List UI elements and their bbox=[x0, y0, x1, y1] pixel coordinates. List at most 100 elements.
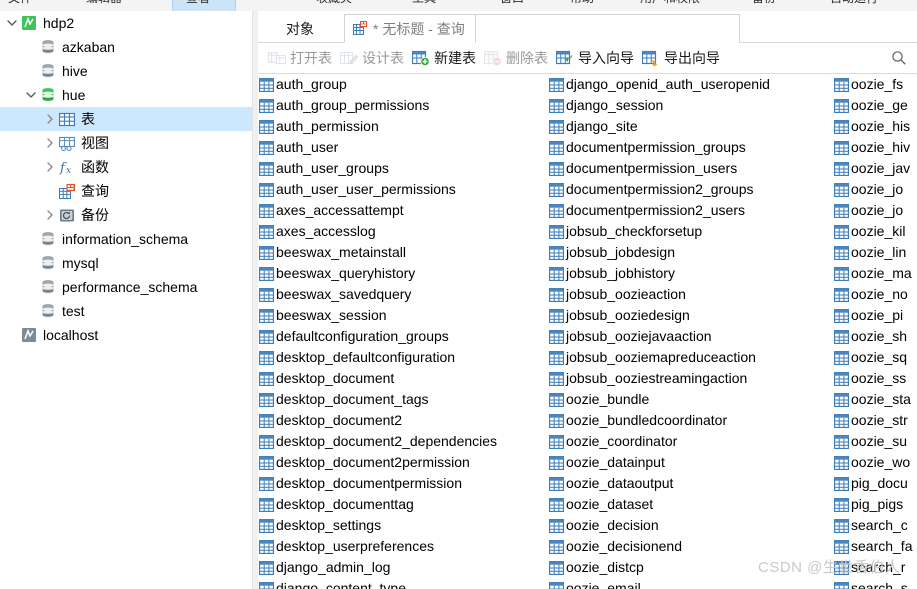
list-item[interactable]: oozie_ma bbox=[833, 263, 912, 284]
menu-item-7[interactable]: 用户和权限 bbox=[640, 0, 700, 5]
tree-item-hive[interactable]: hive bbox=[0, 59, 252, 83]
list-item[interactable]: jobsub_ooziestreamingaction bbox=[548, 368, 770, 389]
chevron-down-icon[interactable] bbox=[4, 11, 20, 35]
list-item[interactable]: desktop_document2_dependencies bbox=[258, 431, 497, 452]
list-item[interactable]: auth_group bbox=[258, 74, 497, 95]
list-item[interactable]: oozie_wo bbox=[833, 452, 912, 473]
list-item[interactable]: defaultconfiguration_groups bbox=[258, 326, 497, 347]
list-item[interactable]: oozie_kil bbox=[833, 221, 912, 242]
list-item[interactable]: oozie_jo bbox=[833, 179, 912, 200]
tree-item-information_schema[interactable]: information_schema bbox=[0, 227, 252, 251]
tree-item-mysql[interactable]: mysql bbox=[0, 251, 252, 275]
list-item[interactable]: auth_user bbox=[258, 137, 497, 158]
tree-item-hdp2[interactable]: hdp2 bbox=[0, 11, 252, 35]
list-item[interactable]: oozie_lin bbox=[833, 242, 912, 263]
chevron-right-icon[interactable] bbox=[42, 107, 58, 131]
list-item[interactable]: auth_permission bbox=[258, 116, 497, 137]
list-item[interactable]: search_c bbox=[833, 515, 912, 536]
list-item[interactable]: oozie_sq bbox=[833, 347, 912, 368]
chevron-right-icon[interactable] bbox=[42, 155, 58, 179]
list-item[interactable]: desktop_settings bbox=[258, 515, 497, 536]
list-item[interactable]: search_s bbox=[833, 578, 912, 589]
list-item[interactable]: oozie_his bbox=[833, 116, 912, 137]
list-item[interactable]: axes_accessattempt bbox=[258, 200, 497, 221]
export-wizard-button[interactable]: 导出向导 bbox=[639, 45, 725, 71]
menu-item-3[interactable]: 收藏夹 bbox=[316, 0, 352, 5]
list-item[interactable]: oozie_dataoutput bbox=[548, 473, 770, 494]
tree-item--[interactable]: 查询 bbox=[0, 179, 252, 203]
list-item[interactable]: oozie_decision bbox=[548, 515, 770, 536]
new-table-button[interactable]: 新建表 bbox=[409, 45, 481, 71]
list-item[interactable]: oozie_sh bbox=[833, 326, 912, 347]
list-item[interactable]: oozie_fs bbox=[833, 74, 912, 95]
list-item[interactable]: desktop_documenttag bbox=[258, 494, 497, 515]
tab-query[interactable]: * 无标题 - 查询 bbox=[344, 14, 476, 43]
list-item[interactable]: axes_accesslog bbox=[258, 221, 497, 242]
list-item[interactable]: documentpermission_users bbox=[548, 158, 770, 179]
list-item[interactable]: django_content_type bbox=[258, 578, 497, 589]
list-item[interactable]: oozie_no bbox=[833, 284, 912, 305]
connection-tree-panel[interactable]: hdp2 azkaban hive hue 表视图 f x 函数 查询 备份 information… bbox=[0, 11, 252, 589]
list-item[interactable]: oozie_jav bbox=[833, 158, 912, 179]
list-item[interactable]: pig_pigs bbox=[833, 494, 912, 515]
menu-item-5[interactable]: 窗口 bbox=[500, 0, 524, 5]
list-item[interactable]: django_session bbox=[548, 95, 770, 116]
list-item[interactable]: search_fa bbox=[833, 536, 912, 557]
list-item[interactable]: search_r bbox=[833, 557, 912, 578]
list-item[interactable]: oozie_coordinator bbox=[548, 431, 770, 452]
list-item[interactable]: oozie_bundle bbox=[548, 389, 770, 410]
list-item[interactable]: jobsub_ooziemapreduceaction bbox=[548, 347, 770, 368]
search-icon[interactable] bbox=[891, 50, 907, 66]
list-item[interactable]: oozie_str bbox=[833, 410, 912, 431]
menu-item-2[interactable]: 查看 bbox=[186, 0, 210, 5]
menu-item-1[interactable]: 编辑器 bbox=[86, 0, 122, 5]
list-item[interactable]: oozie_bundledcoordinator bbox=[548, 410, 770, 431]
chevron-right-icon[interactable] bbox=[42, 131, 58, 155]
list-item[interactable]: desktop_userpreferences bbox=[258, 536, 497, 557]
list-item[interactable]: beeswax_session bbox=[258, 305, 497, 326]
tree-item-localhost[interactable]: localhost bbox=[0, 323, 252, 347]
list-item[interactable]: auth_user_groups bbox=[258, 158, 497, 179]
list-item[interactable]: oozie_ss bbox=[833, 368, 912, 389]
menu-item-4[interactable]: 工具 bbox=[412, 0, 436, 5]
list-item[interactable]: oozie_su bbox=[833, 431, 912, 452]
list-item[interactable]: desktop_documentpermission bbox=[258, 473, 497, 494]
tree-item--[interactable]: 视图 bbox=[0, 131, 252, 155]
list-item[interactable]: django_site bbox=[548, 116, 770, 137]
list-item[interactable]: oozie_hiv bbox=[833, 137, 912, 158]
list-item[interactable]: oozie_ge bbox=[833, 95, 912, 116]
menu-item-0[interactable]: 文件 bbox=[8, 0, 32, 5]
tree-item--[interactable]: f x 函数 bbox=[0, 155, 252, 179]
list-item[interactable]: jobsub_oozieaction bbox=[548, 284, 770, 305]
list-item[interactable]: desktop_document2permission bbox=[258, 452, 497, 473]
list-item[interactable]: oozie_pi bbox=[833, 305, 912, 326]
list-item[interactable]: jobsub_jobhistory bbox=[548, 263, 770, 284]
menu-item-8[interactable]: 备份 bbox=[752, 0, 776, 5]
tree-item--[interactable]: 备份 bbox=[0, 203, 252, 227]
list-item[interactable]: pig_docu bbox=[833, 473, 912, 494]
tree-item-test[interactable]: test bbox=[0, 299, 252, 323]
list-item[interactable]: oozie_datainput bbox=[548, 452, 770, 473]
list-item[interactable]: documentpermission_groups bbox=[548, 137, 770, 158]
menu-item-9[interactable]: 自动运行 bbox=[830, 0, 878, 5]
list-item[interactable]: beeswax_metainstall bbox=[258, 242, 497, 263]
list-item[interactable]: beeswax_queryhistory bbox=[258, 263, 497, 284]
tree-item-performance_schema[interactable]: performance_schema bbox=[0, 275, 252, 299]
list-item[interactable]: desktop_document_tags bbox=[258, 389, 497, 410]
list-item[interactable]: documentpermission2_users bbox=[548, 200, 770, 221]
list-item[interactable]: oozie_sta bbox=[833, 389, 912, 410]
list-item[interactable]: beeswax_savedquery bbox=[258, 284, 497, 305]
list-item[interactable]: oozie_email bbox=[548, 578, 770, 589]
list-item[interactable]: auth_user_user_permissions bbox=[258, 179, 497, 200]
list-item[interactable]: oozie_dataset bbox=[548, 494, 770, 515]
list-item[interactable]: documentpermission2_groups bbox=[548, 179, 770, 200]
list-item[interactable]: desktop_defaultconfiguration bbox=[258, 347, 497, 368]
list-item[interactable]: desktop_document2 bbox=[258, 410, 497, 431]
list-item[interactable]: jobsub_checkforsetup bbox=[548, 221, 770, 242]
tree-item--[interactable]: 表 bbox=[0, 107, 252, 131]
tab-objects[interactable]: 对象 bbox=[272, 14, 328, 43]
list-item[interactable]: auth_group_permissions bbox=[258, 95, 497, 116]
list-item[interactable]: oozie_distcp bbox=[548, 557, 770, 578]
list-item[interactable]: jobsub_ooziedesign bbox=[548, 305, 770, 326]
list-item[interactable]: oozie_decisionend bbox=[548, 536, 770, 557]
